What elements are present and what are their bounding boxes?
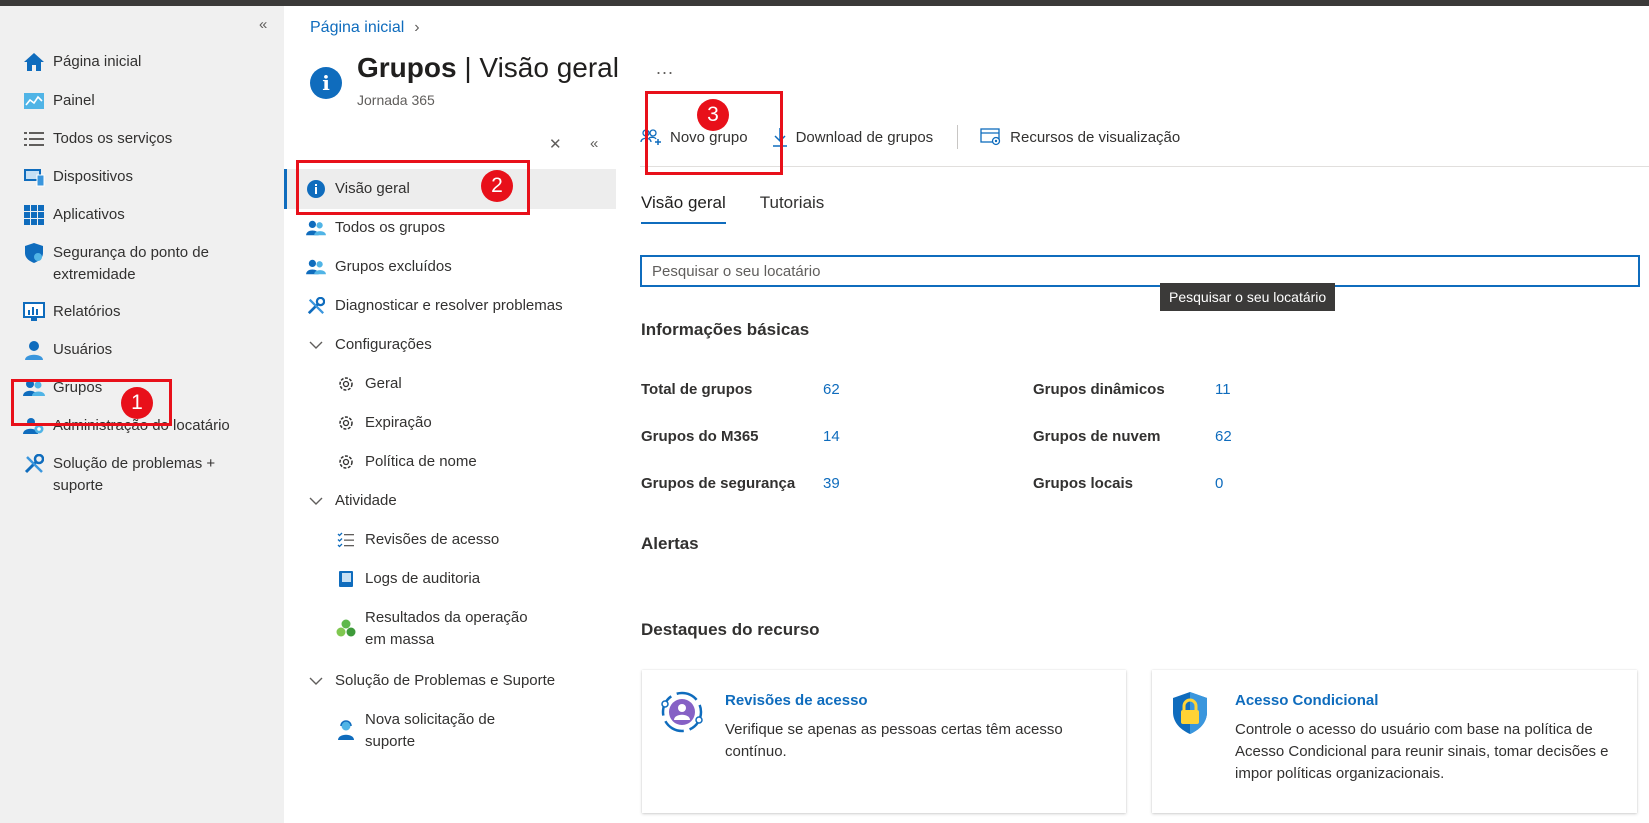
nav-item-dashboard[interactable]: Painel [22, 90, 95, 112]
annotation-badge-2: 2 [481, 170, 513, 202]
close-menu-icon[interactable]: ✕ [549, 135, 562, 153]
bulk-operation-icon [335, 617, 357, 639]
card-access-reviews[interactable]: Revisões de acesso Verifique se apenas a… [642, 670, 1126, 813]
menu-item-diagnose[interactable]: Diagnosticar e resolver problemas [305, 295, 563, 317]
chevron-right-icon: › [414, 19, 420, 36]
reports-icon [22, 301, 46, 323]
tenant-search-input[interactable] [640, 255, 1640, 287]
access-reviews-icon [660, 690, 704, 737]
nav-item-users[interactable]: Usuários [22, 339, 112, 361]
groups-icon [305, 217, 327, 239]
stat-value-cloud-groups[interactable]: 62 [1215, 428, 1232, 445]
card-description: Verifique se apenas as pessoas certas tê… [725, 721, 1063, 760]
menu-item-access-reviews[interactable]: Revisões de acesso [335, 529, 499, 551]
page-title: Grupos | Visão geral [357, 52, 619, 83]
basic-info-heading: Informações básicas [641, 320, 810, 339]
menu-group-settings[interactable]: Configurações [305, 334, 432, 356]
menu-item-general[interactable]: Geral [335, 373, 402, 395]
lock-shield-icon [1170, 690, 1210, 739]
stat-label-local-groups: Grupos locais [1033, 475, 1134, 492]
gear-icon [335, 373, 357, 395]
tab-list: Visão geral Tutoriais [641, 193, 858, 224]
menu-item-audit-logs[interactable]: Logs de auditoria [335, 568, 480, 590]
nav-item-apps[interactable]: Aplicativos [22, 204, 125, 226]
nav-item-all-services[interactable]: Todos os serviços [22, 128, 172, 150]
alerts-heading: Alertas [641, 534, 699, 553]
stat-value-m365-groups[interactable]: 14 [823, 428, 840, 445]
menu-item-naming-policy[interactable]: Política de nome [335, 451, 477, 473]
apps-grid-icon [22, 204, 46, 226]
feature-highlights-heading: Destaques do recurso [641, 620, 820, 639]
user-icon [22, 339, 46, 361]
command-bar-divider [640, 166, 1649, 167]
search-tooltip: Pesquisar o seu locatário [1160, 283, 1336, 311]
tab-overview[interactable]: Visão geral [641, 193, 726, 224]
device-icon [22, 166, 46, 188]
menu-item-expiration[interactable]: Expiração [335, 412, 432, 434]
stat-value-security-groups[interactable]: 39 [823, 475, 840, 492]
gear-icon [335, 412, 357, 434]
stat-label-cloud-groups: Grupos de nuvem [1033, 428, 1161, 445]
dashboard-icon [22, 90, 46, 112]
download-groups-button[interactable]: Download de grupos [772, 127, 933, 147]
stat-value-total-groups[interactable]: 62 [823, 381, 840, 398]
stat-label-dynamic-groups: Grupos dinâmicos [1033, 381, 1165, 398]
toolbar-separator [957, 125, 959, 149]
stat-label-security-groups: Grupos de segurança [641, 475, 796, 492]
nav-item-reports[interactable]: Relatórios [22, 301, 121, 323]
stat-label-total-groups: Total de grupos [641, 381, 753, 398]
menu-item-new-support-request[interactable]: Nova solicitação de suporte [335, 709, 510, 753]
list-icon [22, 128, 46, 150]
page-subtitle: Jornada 365 [357, 92, 435, 108]
checklist-icon [335, 529, 357, 551]
log-book-icon [335, 568, 357, 590]
annotation-badge-1: 1 [121, 387, 153, 419]
collapse-menu-icon[interactable]: « [590, 135, 598, 152]
breadcrumb: Página inicial › [310, 19, 420, 37]
menu-item-all-groups[interactable]: Todos os grupos [305, 217, 445, 239]
gear-icon [335, 451, 357, 473]
collapse-nav-icon[interactable]: « [259, 16, 267, 33]
chevron-down-icon [305, 490, 327, 512]
chevron-down-icon [305, 670, 327, 692]
menu-selected-indicator [284, 169, 287, 209]
menu-group-troubleshooting[interactable]: Solução de Problemas e Suporte [305, 670, 555, 692]
preview-features-button[interactable]: Recursos de visualização [980, 128, 1180, 146]
preview-features-icon [980, 128, 1002, 146]
nav-item-devices[interactable]: Dispositivos [22, 166, 133, 188]
nav-item-home[interactable]: Página inicial [22, 51, 141, 73]
stat-label-m365-groups: Grupos do M365 [641, 428, 759, 445]
home-icon [22, 51, 46, 73]
tab-tutorials[interactable]: Tutoriais [760, 193, 825, 224]
groups-icon [305, 256, 327, 278]
chevron-down-icon [305, 334, 327, 356]
shield-icon [22, 242, 46, 264]
menu-item-bulk-results[interactable]: Resultados da operação em massa [335, 607, 535, 651]
stat-value-local-groups[interactable]: 0 [1215, 475, 1223, 492]
card-title[interactable]: Revisões de acesso [725, 692, 868, 709]
card-conditional-access[interactable]: Acesso Condicional Controle o acesso do … [1152, 670, 1637, 813]
nav-item-troubleshooting[interactable]: Solução de problemas + suporte [22, 453, 242, 497]
nav-item-endpoint-security[interactable]: Segurança do ponto de extremidade [22, 242, 262, 286]
menu-item-deleted-groups[interactable]: Grupos excluídos [305, 256, 452, 278]
info-icon: i [310, 67, 342, 99]
stat-value-dynamic-groups[interactable]: 11 [1215, 381, 1231, 398]
annotation-badge-3: 3 [697, 99, 729, 131]
wrench-icon [305, 295, 327, 317]
breadcrumb-home-link[interactable]: Página inicial [310, 19, 404, 37]
more-options-button[interactable]: ... [656, 58, 674, 79]
wrench-icon [22, 453, 46, 475]
card-description: Controle o acesso do usuário com base na… [1235, 721, 1609, 782]
support-person-icon [335, 719, 357, 741]
menu-group-activity[interactable]: Atividade [305, 490, 397, 512]
card-title[interactable]: Acesso Condicional [1235, 692, 1378, 709]
